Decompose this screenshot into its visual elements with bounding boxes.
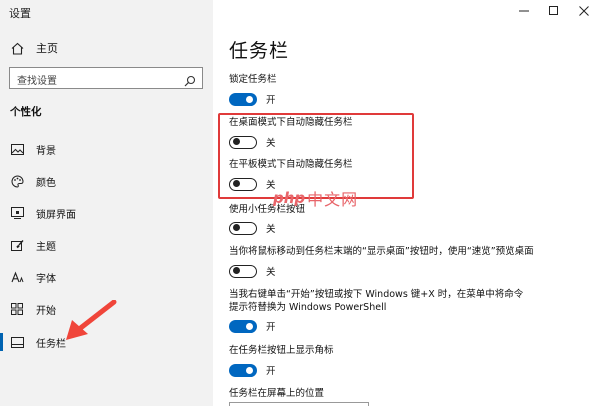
maximize-button[interactable] (547, 4, 561, 18)
setting-label: 当我右键单击“开始”按钮或按下 Windows 键+X 时，在菜单中将命令提示符… (229, 289, 524, 313)
toggle-knob (246, 322, 253, 330)
sidebar-item-label: 锁屏界面 (36, 209, 76, 221)
sidebar-item-label: 主题 (36, 241, 56, 253)
taskbar-location-label: 任务栏在屏幕上的位置 (229, 388, 325, 399)
peek-toggle-row: 关 (229, 264, 276, 278)
watermark: php 中文网 (273, 186, 358, 210)
palette-icon (10, 174, 24, 188)
sidebar-item-label: 主页 (36, 42, 58, 55)
toggle-state: 关 (266, 267, 276, 278)
setting-label: 锁定任务栏 (229, 74, 277, 85)
small-buttons-toggle[interactable] (229, 221, 257, 235)
toggle-state: 开 (266, 366, 276, 377)
peek-toggle[interactable] (229, 264, 257, 278)
sidebar-item-colors[interactable]: 颜色 (10, 173, 200, 189)
sidebar-item-fonts[interactable]: 字体 (10, 269, 200, 285)
taskbar-icon (10, 335, 24, 349)
lock-taskbar-toggle-row: 开 (229, 92, 276, 106)
sidebar-item-label: 颜色 (36, 177, 56, 189)
section-heading: 个性化 (10, 106, 42, 118)
powershell-toggle-row: 开 (229, 319, 276, 333)
toggle-state: 开 (266, 322, 276, 333)
minimize-button[interactable] (517, 4, 531, 18)
sidebar-item-label: 字体 (36, 273, 56, 285)
active-indicator (0, 333, 3, 351)
taskbar-location-dropdown[interactable] (229, 402, 369, 406)
sidebar-item-background[interactable]: 背景 (10, 141, 200, 157)
toggle-state: 关 (266, 224, 276, 235)
small-buttons-toggle-row: 关 (229, 221, 276, 235)
page-title: 任务栏 (229, 40, 290, 62)
lock-screen-icon (10, 206, 24, 220)
toggle-knob (233, 224, 240, 231)
start-icon (10, 302, 24, 316)
badges-toggle-row: 开 (229, 363, 276, 377)
setting-label: 当你将鼠标移动到任务栏末端的“显示桌面”按钮时，使用“速览”预览桌面 (229, 246, 534, 257)
watermark-logo: php (273, 189, 306, 207)
font-icon (10, 270, 24, 284)
sidebar-item-home[interactable]: 主页 (10, 40, 58, 56)
search-icon[interactable] (184, 72, 196, 87)
search-input[interactable]: 查找设置 (9, 67, 203, 89)
annotation-arrow-icon (66, 300, 117, 340)
toggle-state: 开 (266, 95, 276, 106)
sidebar-item-lock-screen[interactable]: 锁屏界面 (10, 205, 200, 221)
setting-label: 在任务栏按钮上显示角标 (229, 345, 334, 356)
close-button[interactable] (577, 4, 591, 18)
sidebar-item-label: 背景 (36, 145, 56, 157)
sidebar-item-label: 开始 (36, 305, 56, 317)
sidebar: 设置 主页 查找设置 个性化 背景 颜色 锁屏界面 主题 字体 开始 任务栏 (0, 0, 213, 406)
watermark-text: 中文网 (307, 190, 359, 209)
picture-icon (10, 142, 24, 156)
brush-icon (10, 238, 24, 252)
badges-toggle[interactable] (229, 363, 257, 377)
toggle-knob (246, 95, 253, 103)
sidebar-item-themes[interactable]: 主题 (10, 237, 200, 253)
toggle-knob (246, 366, 253, 374)
minimize-icon (519, 10, 529, 12)
toggle-knob (233, 267, 240, 274)
maximize-icon (549, 6, 558, 15)
close-icon (579, 6, 589, 16)
lock-taskbar-toggle[interactable] (229, 92, 257, 106)
home-icon (10, 41, 24, 55)
app-title: 设置 (9, 7, 31, 20)
search-placeholder: 查找设置 (17, 76, 57, 87)
powershell-toggle[interactable] (229, 319, 257, 333)
